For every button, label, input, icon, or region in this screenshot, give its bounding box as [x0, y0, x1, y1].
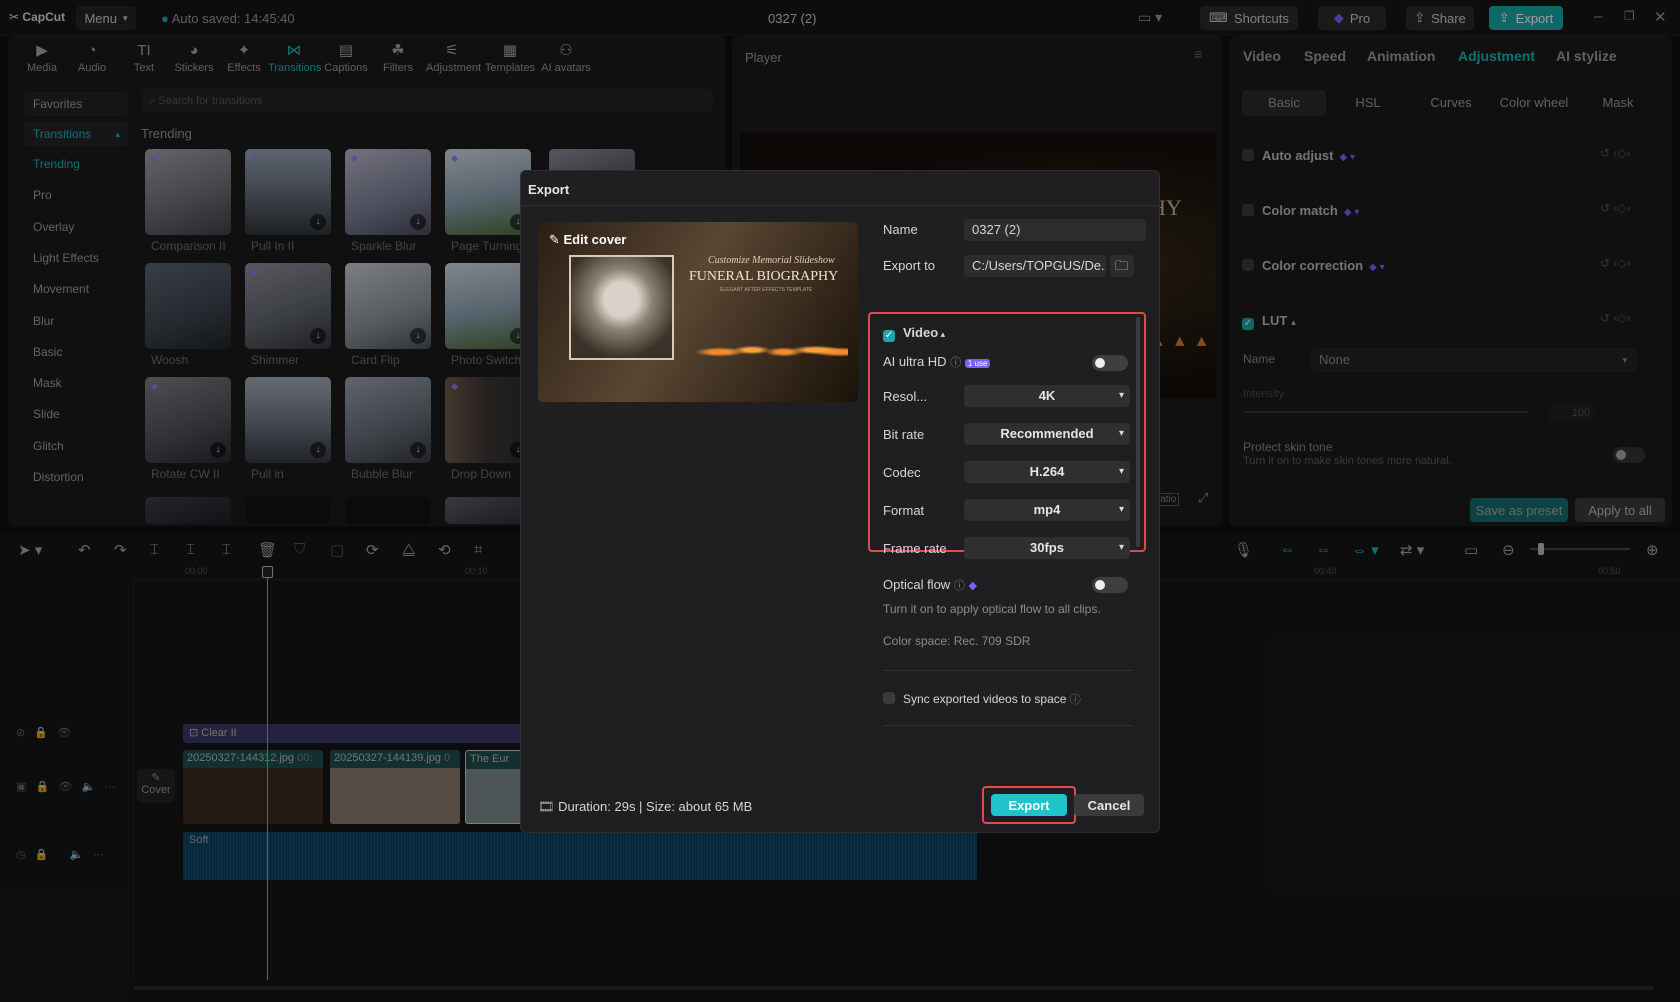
export-path-input[interactable]: C:/Users/TOPGUS/De...: [964, 255, 1106, 277]
settings-scrollbar[interactable]: [1136, 317, 1140, 547]
name-label: Name: [883, 222, 918, 237]
chevron-up-icon: ▴: [938, 329, 946, 339]
chevron-down-icon: ▾: [1118, 390, 1124, 401]
optical-flow-desc: Turn it on to apply optical flow to all …: [883, 602, 1101, 616]
video-section-header[interactable]: ✓ Video ▴: [883, 325, 945, 342]
dialog-title-divider: [521, 205, 1159, 206]
cover-candles: [688, 328, 848, 368]
chevron-down-icon: ▾: [1118, 428, 1124, 439]
sync-option[interactable]: Sync exported videos to space ⓘ: [883, 691, 1081, 707]
cover-preview[interactable]: ✎ Edit cover Customize Memorial Slidesho…: [538, 222, 858, 402]
export-button[interactable]: Export: [991, 794, 1067, 816]
optical-flow-text: Optical flow: [883, 577, 951, 592]
framerate-value: 30fps: [1030, 540, 1064, 555]
pencil-icon: ✎: [549, 232, 564, 247]
format-value: mp4: [1033, 502, 1061, 517]
resolution-label: Resol...: [883, 389, 928, 404]
optical-flow-label: Optical flow ⓘ ◆: [883, 577, 977, 593]
framerate-label: Frame rate: [883, 541, 947, 556]
duration-size-info: 🎞 Duration: 29s | Size: about 65 MB: [538, 799, 752, 815]
folder-button[interactable]: 🗀: [1110, 255, 1134, 277]
sync-checkbox[interactable]: [883, 692, 895, 704]
chevron-down-icon: ▾: [1118, 542, 1124, 553]
edit-cover-button[interactable]: ✎ Edit cover: [549, 232, 626, 248]
duration-size-text: Duration: 29s | Size: about 65 MB: [558, 799, 753, 814]
film-icon: 🎞: [538, 799, 559, 814]
codec-value: H.264: [1029, 464, 1065, 479]
cancel-button[interactable]: Cancel: [1074, 794, 1144, 816]
cover-portrait: [569, 255, 674, 360]
info-icon: ⓘ: [1069, 694, 1081, 706]
diamond-icon: ◆: [968, 580, 977, 592]
video-checkbox[interactable]: ✓: [883, 330, 895, 342]
edit-cover-label: Edit cover: [563, 232, 627, 247]
ai-hd-label: AI ultra HD ⓘ 1 use: [883, 354, 991, 370]
dialog-title: Export: [528, 182, 570, 197]
ai-hd-text: AI ultra HD: [883, 354, 947, 369]
chevron-down-icon: ▾: [1118, 466, 1124, 477]
ai-hd-badge: 1 use: [964, 359, 991, 368]
sync-label: Sync exported videos to space: [903, 692, 1067, 706]
codec-label: Codec: [883, 465, 921, 480]
info-icon: ⓘ: [953, 580, 965, 592]
resolution-value: 4K: [1038, 388, 1056, 403]
video-section-label: Video: [903, 325, 939, 340]
name-input[interactable]: 0327 (2): [964, 219, 1146, 241]
export-dialog: Export ✎ Edit cover Customize Memorial S…: [520, 170, 1160, 833]
cover-title-text: FUNERAL BIOGRAPHY: [689, 269, 839, 284]
info-icon: ⓘ: [950, 357, 962, 369]
bitrate-select[interactable]: Recommended ▾: [964, 423, 1130, 445]
cover-sub-text: ELEGANT AFTER EFFECTS TEMPLATE: [720, 287, 813, 293]
bitrate-label: Bit rate: [883, 427, 925, 442]
optical-flow-toggle[interactable]: [1092, 577, 1128, 593]
resolution-select[interactable]: 4K ▾: [964, 385, 1130, 407]
chevron-down-icon: ▾: [1118, 504, 1124, 515]
section-divider: [883, 670, 1133, 671]
cover-script-text: Customize Memorial Slideshow: [708, 255, 835, 266]
folder-icon: 🗀: [1115, 258, 1129, 273]
codec-select[interactable]: H.264 ▾: [964, 461, 1130, 483]
bitrate-value: Recommended: [1000, 426, 1094, 441]
section-divider: [883, 725, 1133, 726]
ai-hd-toggle[interactable]: [1092, 355, 1128, 371]
color-space-text: Color space: Rec. 709 SDR: [883, 634, 1031, 648]
format-label: Format: [883, 503, 925, 518]
format-select[interactable]: mp4 ▾: [964, 499, 1130, 521]
export-to-label: Export to: [883, 258, 936, 273]
framerate-select[interactable]: 30fps ▾: [964, 537, 1130, 559]
